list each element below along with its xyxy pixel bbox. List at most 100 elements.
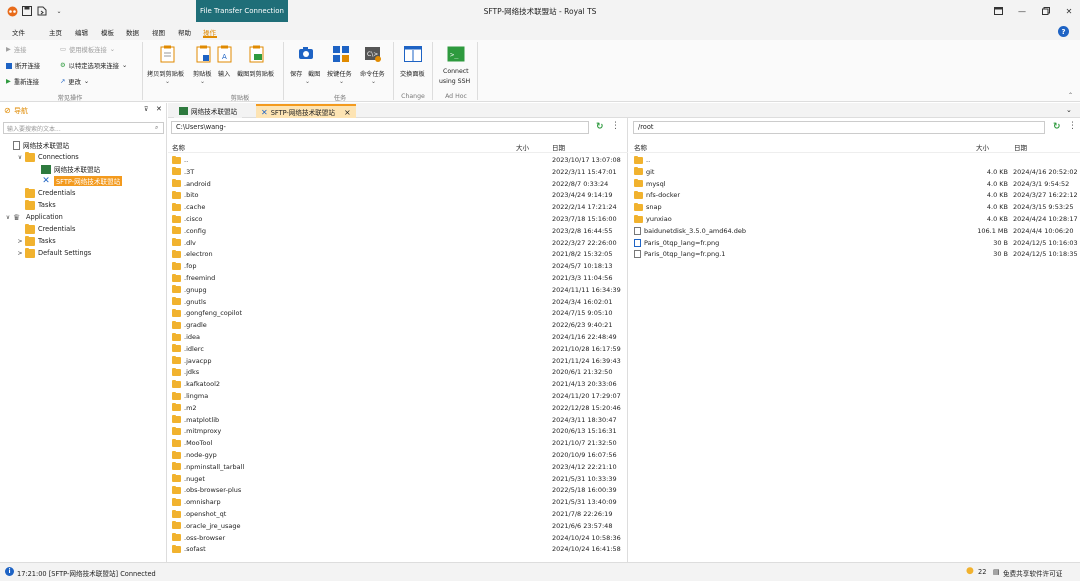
chevron-down-icon[interactable]: ∨ xyxy=(16,154,24,161)
column-name[interactable]: 名称 xyxy=(172,142,185,152)
local-file-row[interactable]: .jdks 2020/6/1 21:32:50 xyxy=(168,367,628,379)
chevron-down-icon[interactable]: ⌄ xyxy=(339,78,344,85)
menu-file[interactable]: 文件 xyxy=(12,27,25,37)
local-file-row[interactable]: .gradle 2022/6/23 9:40:21 xyxy=(168,320,628,332)
tree-item-default-settings[interactable]: > Default Settings xyxy=(16,247,91,259)
tree-item-app-credentials[interactable]: Credentials xyxy=(16,223,75,235)
local-file-row[interactable]: .m2 2022/12/28 15:20:46 xyxy=(168,403,628,415)
connect-ssh-label[interactable]: Connect xyxy=(443,68,469,75)
menu-templates[interactable]: 模板 xyxy=(101,27,114,37)
minimize-button[interactable]: — xyxy=(1010,3,1034,19)
connect-with-options-button[interactable]: ⚙ 以特定选项来连接 ⌄ xyxy=(60,61,127,70)
local-path-input[interactable]: C:\Users\wang- xyxy=(171,121,589,134)
local-file-row[interactable]: .mitmproxy 2020/6/13 15:16:31 xyxy=(168,426,628,438)
chevron-down-icon[interactable]: ⌄ xyxy=(371,78,376,85)
local-file-row[interactable]: .MooTool 2021/10/7 21:32:50 xyxy=(168,438,628,450)
copy-to-clipboard-label[interactable]: 拷贝到剪贴板 xyxy=(147,69,184,78)
local-file-row[interactable]: .gongfeng_copilot 2024/7/15 9:05:10 xyxy=(168,308,628,320)
tree-item-connections[interactable]: ∨ Connections xyxy=(16,151,79,163)
ssh-terminal-icon[interactable]: >_ xyxy=(447,46,465,64)
lightbulb-icon[interactable]: ● xyxy=(966,566,974,576)
layout-icon[interactable] xyxy=(986,3,1010,19)
chevron-right-icon[interactable]: > xyxy=(16,238,24,245)
local-file-row[interactable]: .gnupg 2024/11/11 16:34:39 xyxy=(168,285,628,297)
remote-file-row[interactable]: Paris_0tqp_lang=fr.png 30 B 2024/12/5 10:1… xyxy=(630,238,1080,250)
connect-ssh-label-2[interactable]: using SSH xyxy=(439,78,470,85)
column-date[interactable]: 日期 xyxy=(1014,142,1027,152)
clipboard-label[interactable]: 剪贴板 xyxy=(193,69,212,78)
license-text[interactable]: 免费共享软件许可证 xyxy=(1003,568,1062,578)
menu-view[interactable]: 视图 xyxy=(152,27,165,37)
local-file-row[interactable]: .oss-browser 2024/10/24 10:58:36 xyxy=(168,533,628,545)
local-file-row[interactable]: .omnisharp 2021/5/31 13:40:09 xyxy=(168,497,628,509)
screenshot-to-clipboard-label[interactable]: 截图到剪贴板 xyxy=(237,69,274,78)
local-file-row[interactable]: .config 2023/2/8 16:44:55 xyxy=(168,226,628,238)
disconnect-button[interactable]: 断开连接 xyxy=(6,61,40,70)
local-file-row[interactable]: .idlerc 2021/10/28 16:17:59 xyxy=(168,344,628,356)
local-file-row[interactable]: .oracle_jre_usage 2021/6/6 23:57:48 xyxy=(168,521,628,533)
tree-item-root[interactable]: 网络技术联盟站 xyxy=(4,139,69,151)
local-file-row[interactable]: .matplotlib 2024/3/11 18:30:47 xyxy=(168,415,628,427)
input-icon[interactable]: A xyxy=(217,45,233,65)
more-options-icon[interactable]: ⋮ xyxy=(1068,121,1077,131)
command-tasks-icon[interactable]: C\> xyxy=(364,45,382,65)
local-file-row[interactable]: .idea 2024/1/16 22:48:49 xyxy=(168,332,628,344)
chevron-down-icon[interactable]: ⌄ xyxy=(165,78,170,85)
column-name[interactable]: 名称 xyxy=(634,142,647,152)
tab-ssh-connection[interactable]: 网络技术联盟站 xyxy=(174,104,243,118)
remote-file-row[interactable]: .. xyxy=(630,155,1080,167)
search-icon[interactable]: ⌕ xyxy=(155,124,158,132)
menu-help[interactable]: 帮助 xyxy=(178,27,191,37)
collapse-ribbon-icon[interactable]: ⌃ xyxy=(1068,92,1073,99)
chevron-down-icon[interactable]: ∨ xyxy=(4,214,12,221)
chevron-down-icon[interactable]: ⌄ xyxy=(200,78,205,85)
more-options-icon[interactable]: ⋮ xyxy=(611,121,620,131)
local-file-row[interactable]: .. 2023/10/17 13:07:08 xyxy=(168,155,628,167)
reconnect-button[interactable]: ▶ 重新连接 xyxy=(6,77,39,86)
command-tasks-label[interactable]: 命令任务 xyxy=(360,69,385,78)
key-tasks-icon[interactable] xyxy=(332,45,350,65)
local-file-row[interactable]: .cache 2022/2/14 17:21:24 xyxy=(168,202,628,214)
save-icon[interactable] xyxy=(21,5,33,17)
local-file-row[interactable]: .cisco 2023/7/18 15:16:00 xyxy=(168,214,628,226)
refresh-icon[interactable]: ↻ xyxy=(596,122,604,132)
remote-file-row[interactable]: Paris_0tqp_lang=fr.png.1 30 B 2024/12/5 10… xyxy=(630,249,1080,261)
local-file-row[interactable]: .fop 2024/5/7 10:18:13 xyxy=(168,261,628,273)
local-file-row[interactable]: .android 2022/8/7 0:33:24 xyxy=(168,179,628,191)
tree-item-sftp-connection[interactable]: ✕ SFTP-网络技术联盟站 xyxy=(32,175,123,187)
notification-count[interactable]: 22 xyxy=(978,568,986,576)
tree-item-application[interactable]: ∨ ♛ Application xyxy=(4,211,63,223)
key-tasks-label[interactable]: 按键任务 xyxy=(327,69,352,78)
save-screenshot-label[interactable]: 保存 xyxy=(290,69,302,78)
quick-access-dropdown-icon[interactable]: ⌄ xyxy=(53,5,65,17)
maximize-button[interactable] xyxy=(1034,3,1058,19)
camera-save-icon[interactable] xyxy=(298,46,314,62)
screenshot-to-clipboard-icon[interactable] xyxy=(249,45,265,65)
swap-panels-icon[interactable] xyxy=(404,46,422,64)
local-file-row[interactable]: .kafkatool2 2021/4/13 20:33:06 xyxy=(168,379,628,391)
local-file-row[interactable]: .openshot_qt 2021/7/8 22:26:19 xyxy=(168,509,628,521)
remote-file-row[interactable]: nfs-docker 4.0 KB 2024/3/27 16:22:12 xyxy=(630,190,1080,202)
local-file-row[interactable]: .npminstall_tarball 2023/4/12 22:21:10 xyxy=(168,462,628,474)
local-file-row[interactable]: .dlv 2022/3/27 22:26:00 xyxy=(168,238,628,250)
local-file-row[interactable]: .freemind 2021/3/3 11:04:56 xyxy=(168,273,628,285)
tab-sftp-connection[interactable]: ✕ SFTP-网络技术联盟站 × xyxy=(256,104,356,118)
tabs-overflow-icon[interactable]: ⌄ xyxy=(1066,106,1072,114)
tree-item-ssh-connection[interactable]: 网络技术联盟站 xyxy=(32,163,100,175)
help-icon[interactable]: ? xyxy=(1058,26,1069,37)
tab-close-icon[interactable]: × xyxy=(344,108,351,117)
local-file-row[interactable]: .3T 2022/3/11 15:47:01 xyxy=(168,167,628,179)
tree-item-credentials[interactable]: Credentials xyxy=(16,187,75,199)
local-file-row[interactable]: .electron 2021/8/2 15:32:05 xyxy=(168,249,628,261)
local-file-row[interactable]: .gnutls 2024/3/4 16:02:01 xyxy=(168,297,628,309)
clipboard-icon[interactable] xyxy=(196,45,212,65)
copy-to-clipboard-icon[interactable] xyxy=(160,45,176,65)
remote-file-row[interactable]: git 4.0 KB 2024/4/16 20:52:02 xyxy=(630,167,1080,179)
remote-file-row[interactable]: baidunetdisk_3.5.0_amd64.deb 106.1 MB 2024… xyxy=(630,226,1080,238)
column-size[interactable]: 大小 xyxy=(516,142,529,152)
input-label[interactable]: 输入 xyxy=(218,69,230,78)
column-date[interactable]: 日期 xyxy=(552,142,565,152)
connect-button[interactable]: ▶ 连接 xyxy=(6,45,26,54)
local-file-row[interactable]: .javacpp 2021/11/24 16:39:43 xyxy=(168,356,628,368)
open-icon[interactable] xyxy=(36,5,48,17)
